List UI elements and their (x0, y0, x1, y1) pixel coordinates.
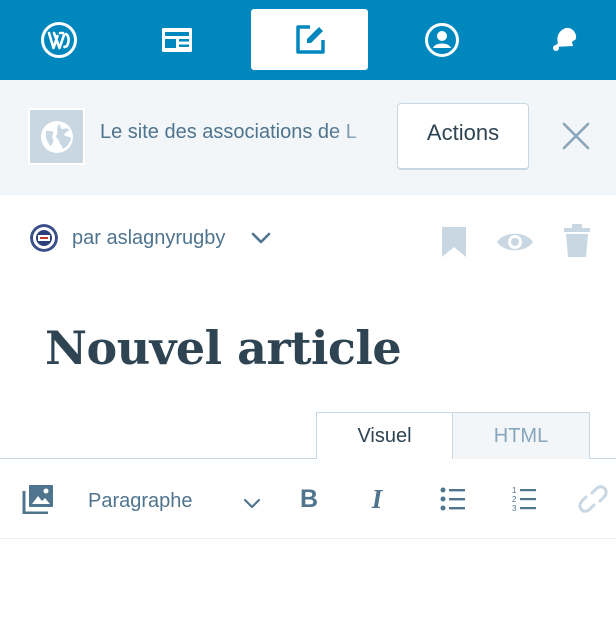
wordpress-home-button[interactable] (0, 9, 117, 70)
numbered-list-icon[interactable]: 1 2 3 (512, 485, 538, 513)
masterbar (0, 0, 616, 80)
link-icon[interactable] (578, 484, 608, 514)
site-icon[interactable] (28, 108, 85, 165)
profile-icon (424, 22, 459, 57)
globe-icon (40, 120, 73, 153)
author-label[interactable]: par aslagnyrugby (72, 224, 225, 252)
svg-text:3: 3 (512, 504, 517, 513)
bullet-list-icon[interactable] (440, 487, 466, 511)
tab-visual[interactable]: Visuel (316, 412, 453, 460)
write-post-button[interactable] (251, 9, 368, 70)
notifications-button[interactable] (505, 9, 616, 70)
actions-button[interactable]: Actions (397, 103, 529, 170)
paragraph-format-select[interactable]: Paragraphe (88, 486, 193, 516)
avatar (30, 224, 58, 252)
eye-icon[interactable] (495, 228, 535, 256)
reader-icon (161, 27, 192, 52)
chevron-down-icon[interactable] (241, 492, 263, 514)
svg-text:1: 1 (512, 486, 517, 495)
svg-text:2: 2 (512, 495, 517, 504)
bold-button[interactable]: B (296, 484, 322, 514)
italic-button[interactable]: I (364, 484, 390, 514)
tab-html[interactable]: HTML (452, 412, 590, 459)
notifications-bell-icon (552, 27, 576, 51)
profile-button[interactable] (383, 9, 500, 70)
write-post-icon (295, 24, 325, 54)
chevron-down-icon[interactable] (250, 227, 272, 249)
trash-icon[interactable] (563, 224, 591, 258)
wordpress-logo-icon (40, 21, 77, 58)
site-title-fade (330, 112, 390, 152)
bookmark-icon[interactable] (440, 225, 468, 259)
close-icon[interactable] (558, 118, 594, 154)
post-title[interactable]: Nouvel article (45, 313, 402, 383)
reader-button[interactable] (118, 9, 235, 70)
add-media-icon[interactable] (22, 484, 54, 514)
